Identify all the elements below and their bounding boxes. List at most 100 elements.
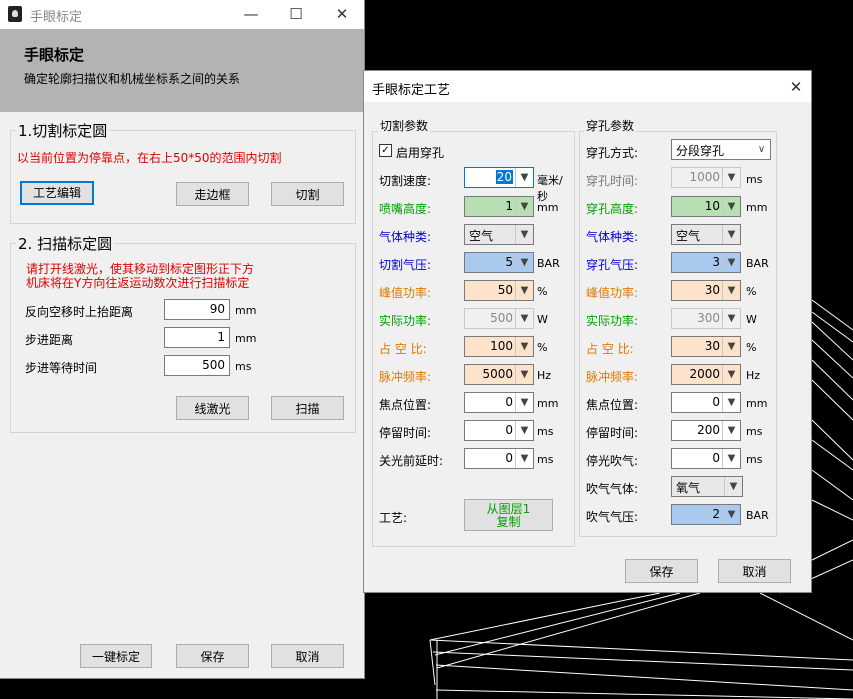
chevron-down-icon[interactable]: ▼ bbox=[722, 225, 740, 244]
chevron-down-icon[interactable]: ▼ bbox=[515, 253, 533, 272]
pulse-freq-combo[interactable]: 5000 ▼ bbox=[464, 364, 534, 385]
focus-position-combo[interactable]: 0 ▼ bbox=[464, 392, 534, 413]
chevron-down-icon[interactable]: ▼ bbox=[722, 253, 740, 272]
pierce-duty-cycle-combo[interactable]: 30 ▼ bbox=[671, 336, 741, 357]
chevron-down-icon[interactable]: ▼ bbox=[515, 281, 533, 300]
blow-pressure-combo[interactable]: 2 ▼ bbox=[671, 504, 741, 525]
chevron-down-icon[interactable]: ▼ bbox=[724, 477, 742, 496]
hand-eye-calibration-window: 手眼标定 — ☐ ✕ 手眼标定 确定轮廓扫描仪和机械坐标系之间的关系 1.切割标… bbox=[0, 0, 365, 679]
one-click-calibrate-button[interactable]: 一键标定 bbox=[80, 644, 152, 668]
pierce-duty-cycle-value: 30 bbox=[704, 339, 720, 353]
pierce-actual-power-combo: 300 ▼ bbox=[671, 308, 741, 329]
focus-position-unit: mm bbox=[537, 397, 559, 410]
trace-frame-button[interactable]: 走边框 bbox=[176, 182, 249, 206]
cut-pressure-combo[interactable]: 5 ▼ bbox=[464, 252, 534, 273]
peak-power-unit: % bbox=[537, 285, 548, 298]
line-laser-button[interactable]: 线激光 bbox=[176, 396, 249, 420]
enable-pierce-checkbox[interactable]: ✓ bbox=[379, 144, 392, 157]
maximize-icon[interactable]: ☐ bbox=[285, 4, 307, 24]
pierce-actual-power-value: 300 bbox=[697, 311, 720, 325]
chevron-down-icon[interactable]: ▼ bbox=[515, 393, 533, 412]
pierce-pressure-combo[interactable]: 3 ▼ bbox=[671, 252, 741, 273]
chevron-down-icon[interactable]: ▼ bbox=[722, 197, 740, 216]
cut-calibration-group bbox=[10, 130, 356, 224]
dialog-save-button[interactable]: 保存 bbox=[625, 559, 698, 583]
minimize-icon[interactable]: — bbox=[240, 4, 262, 24]
chevron-down-icon[interactable]: ▼ bbox=[515, 449, 533, 468]
blow-gas-select[interactable]: 氧气 ▼ bbox=[671, 476, 743, 497]
process-edit-button[interactable]: 工艺编辑 bbox=[20, 181, 94, 205]
actual-power-label: 实际功率: bbox=[379, 314, 432, 328]
chevron-down-icon[interactable]: ▼ bbox=[722, 505, 740, 524]
dwell-time-combo[interactable]: 0 ▼ bbox=[464, 420, 534, 441]
pierce-time-unit: ms bbox=[746, 173, 763, 186]
chevron-down-icon[interactable]: ▼ bbox=[722, 281, 740, 300]
actual-power-value: 500 bbox=[490, 311, 513, 325]
focus-position-label: 焦点位置: bbox=[379, 398, 432, 412]
copy-from-layer-button[interactable]: 从图层1 复制 bbox=[464, 499, 553, 531]
chevron-down-icon[interactable]: ▼ bbox=[515, 337, 533, 356]
duty-cycle-combo[interactable]: 100 ▼ bbox=[464, 336, 534, 357]
pierce-time-label: 穿孔时间: bbox=[586, 174, 639, 188]
pierce-time-value: 1000 bbox=[689, 170, 720, 184]
stop-light-blow-label: 停光吹气: bbox=[586, 454, 639, 468]
stop-light-blow-combo[interactable]: 0 ▼ bbox=[671, 448, 741, 469]
pierce-focus-combo[interactable]: 0 ▼ bbox=[671, 392, 741, 413]
dialog-title: 手眼标定工艺 bbox=[372, 83, 451, 98]
dwell-time-value: 0 bbox=[505, 423, 513, 437]
pierce-pulse-freq-combo[interactable]: 2000 ▼ bbox=[671, 364, 741, 385]
duty-cycle-value: 100 bbox=[490, 339, 513, 353]
pierce-dwell-combo[interactable]: 200 ▼ bbox=[671, 420, 741, 441]
dialog-close-icon[interactable]: ✕ bbox=[785, 77, 807, 97]
pierce-mode-select[interactable]: 分段穿孔 ∨ bbox=[671, 139, 771, 160]
pierce-peak-power-combo[interactable]: 30 ▼ bbox=[671, 280, 741, 301]
pierce-height-combo[interactable]: 10 ▼ bbox=[671, 196, 741, 217]
chevron-down-icon[interactable]: ▼ bbox=[722, 393, 740, 412]
cut-pressure-unit: BAR bbox=[537, 257, 560, 270]
peak-power-combo[interactable]: 50 ▼ bbox=[464, 280, 534, 301]
chevron-down-icon[interactable]: ▼ bbox=[722, 365, 740, 384]
lift-distance-input[interactable]: 90 bbox=[164, 299, 230, 320]
close-icon[interactable]: ✕ bbox=[331, 4, 353, 24]
step-wait-input[interactable]: 500 bbox=[164, 355, 230, 376]
chevron-down-icon: ▼ bbox=[722, 168, 740, 187]
save-button[interactable]: 保存 bbox=[176, 644, 249, 668]
chevron-down-icon[interactable]: ▼ bbox=[515, 197, 533, 216]
laser-off-delay-combo[interactable]: 0 ▼ bbox=[464, 448, 534, 469]
cut-button[interactable]: 切割 bbox=[271, 182, 344, 206]
pierce-pulse-freq-value: 2000 bbox=[689, 367, 720, 381]
pierce-pressure-unit: BAR bbox=[746, 257, 769, 270]
pierce-duty-cycle-label: 占 空 比: bbox=[586, 342, 634, 356]
pierce-peak-power-unit: % bbox=[746, 285, 757, 298]
cut-speed-combo[interactable]: 20 ▼ bbox=[464, 167, 534, 188]
duty-cycle-unit: % bbox=[537, 341, 548, 354]
dwell-time-unit: ms bbox=[537, 425, 554, 438]
process-label: 工艺: bbox=[379, 511, 408, 525]
gas-type-select[interactable]: 空气 ▼ bbox=[464, 224, 534, 245]
pierce-pressure-value: 3 bbox=[712, 255, 720, 269]
scan-button[interactable]: 扫描 bbox=[271, 396, 344, 420]
chevron-down-icon[interactable]: ▼ bbox=[515, 225, 533, 244]
step-distance-input[interactable]: 1 bbox=[164, 327, 230, 348]
cancel-button[interactable]: 取消 bbox=[271, 644, 344, 668]
chevron-down-icon[interactable]: ▼ bbox=[722, 421, 740, 440]
dialog-cancel-button[interactable]: 取消 bbox=[718, 559, 791, 583]
banner-title: 手眼标定 bbox=[24, 46, 85, 64]
chevron-down-icon[interactable]: ▼ bbox=[515, 168, 533, 187]
chevron-down-icon[interactable]: ∨ bbox=[753, 140, 770, 159]
pulse-freq-label: 脉冲频率: bbox=[379, 370, 432, 384]
nozzle-height-combo[interactable]: 1 ▼ bbox=[464, 196, 534, 217]
cut-pressure-value: 5 bbox=[505, 255, 513, 269]
nozzle-height-unit: mm bbox=[537, 201, 559, 214]
window-title: 手眼标定 bbox=[30, 10, 83, 25]
section2-hint-line2: 机床将在Y方向往返运动数次进行扫描标定 bbox=[26, 276, 250, 290]
chevron-down-icon[interactable]: ▼ bbox=[722, 449, 740, 468]
pierce-gas-type-select[interactable]: 空气 ▼ bbox=[671, 224, 741, 245]
chevron-down-icon[interactable]: ▼ bbox=[515, 421, 533, 440]
header-banner: 手眼标定 确定轮廓扫描仪和机械坐标系之间的关系 bbox=[0, 29, 364, 112]
chevron-down-icon[interactable]: ▼ bbox=[722, 337, 740, 356]
app-icon bbox=[8, 6, 22, 22]
dwell-time-label: 停留时间: bbox=[379, 426, 432, 440]
gas-type-value: 空气 bbox=[469, 229, 494, 243]
chevron-down-icon[interactable]: ▼ bbox=[515, 365, 533, 384]
